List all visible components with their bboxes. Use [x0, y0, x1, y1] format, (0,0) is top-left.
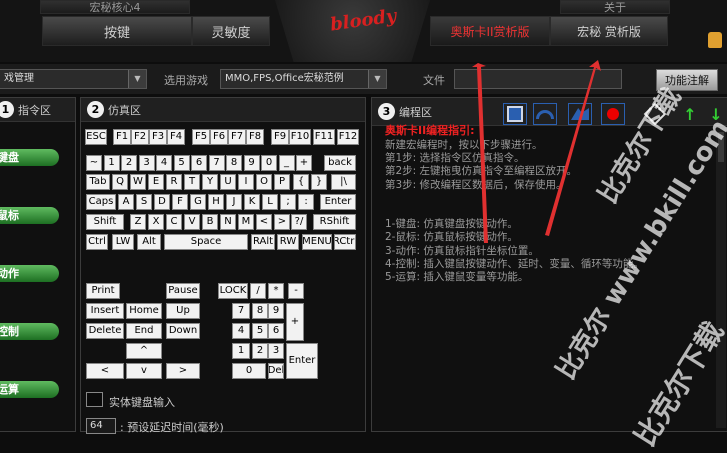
annotation-arrows	[472, 60, 601, 243]
annotation-arrow-left	[472, 63, 488, 243]
annotation-arrow-right	[545, 60, 601, 236]
